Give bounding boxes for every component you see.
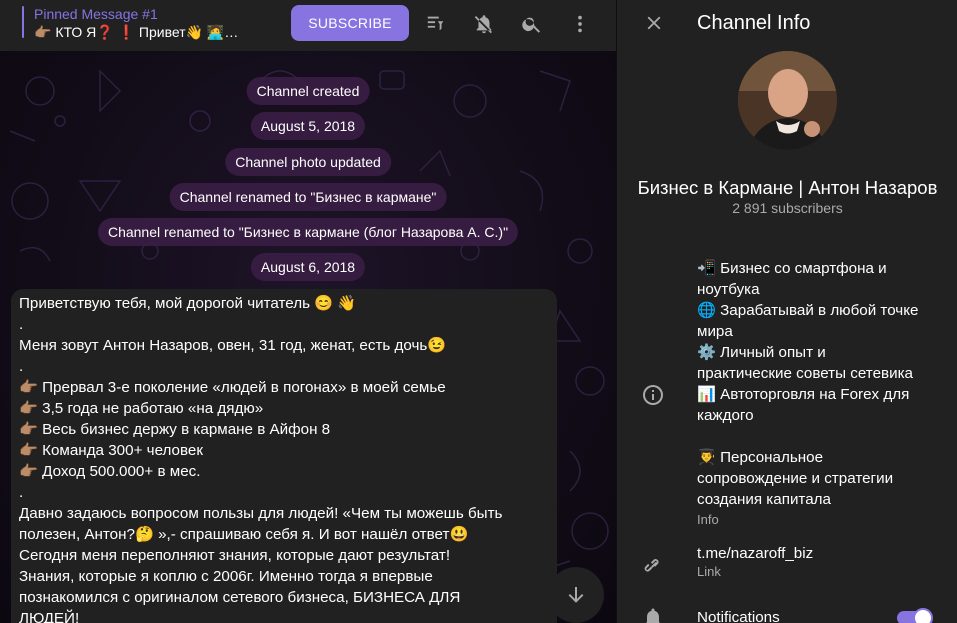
service-message: Channel created [246,77,370,105]
description-line: сопровождение и стратегии [697,470,894,487]
description-line: создания капитала [697,491,831,508]
more-icon[interactable] [567,11,593,37]
message-line: ЛЮДЕЙ! [19,610,80,623]
panel-title: Channel Info [697,12,811,34]
mute-icon[interactable] [471,11,497,37]
info-label: Info [697,512,719,527]
chat-pane: Pinned Message #1 👉🏽 КТО Я❓ ❗️ Привет👋 🧑… [0,0,616,623]
description-line: 👨‍🎓 Персональное [697,449,824,466]
description-line: каждого [697,407,754,424]
subscribe-button[interactable]: SUBSCRIBE [291,5,409,41]
description-line: ноутбука [697,281,760,298]
arrow-down-icon [568,587,584,603]
search-icon[interactable] [519,11,545,37]
link-icon [639,552,667,580]
message-line: . [19,358,24,375]
message-line: познакомился с оригиналом сетевого бизне… [19,589,461,606]
pinned-list-icon[interactable] [423,11,449,37]
notifications-label: Notifications [697,609,780,623]
service-message: Channel renamed to "Бизнес в кармане" [169,183,447,211]
description-line: 📊 Автоторговля на Forex для [697,386,910,403]
link-label: Link [697,564,721,579]
scroll-down-button[interactable] [548,567,604,623]
chat-header: Pinned Message #1 👉🏽 КТО Я❓ ❗️ Привет👋 🧑… [0,0,616,51]
toggle-knob [913,608,933,623]
description-gap [697,426,947,447]
close-icon[interactable] [641,10,667,36]
pinned-message-title[interactable]: Pinned Message #1 [34,6,158,22]
message-line: Давно задаюсь вопросом пользы для людей!… [19,505,503,522]
channel-avatar[interactable] [738,51,837,150]
date-divider: August 5, 2018 [250,112,366,140]
description-line: 🌐 Зарабатывай в любой точке [697,302,919,319]
telegram-window: Pinned Message #1 👉🏽 КТО Я❓ ❗️ Привет👋 🧑… [0,0,957,623]
channel-description[interactable]: 📲 Бизнес со смартфона и ноутбука 🌐 Зараб… [697,258,947,527]
description-line: 📲 Бизнес со смартфона и [697,260,887,277]
message-line: 👉🏽 Команда 300+ человек [19,442,203,459]
info-icon [639,381,667,409]
subscriber-count: 2 891 subscribers [732,200,843,216]
message-line: полезен, Антон?🤔 »,- спрашиваю себя я. И… [19,526,469,543]
pinned-message-preview[interactable]: 👉🏽 КТО Я❓ ❗️ Привет👋 🧑‍💻… [34,24,274,41]
message-line: Знания, которые я коплю с 2006г. Именно … [19,568,433,585]
message-line: . [19,316,24,333]
service-message: Channel photo updated [225,148,391,176]
pinned-accent-bar [22,6,24,38]
description-line: мира [697,323,733,340]
message-line: 👉🏽 Весь бизнес держу в кармане в Айфон 8 [19,421,331,438]
service-message: Channel renamed to "Бизнес в кармане (бл… [97,218,519,246]
description-line: ⚙️ Личный опыт и [697,344,826,361]
channel-name: Бизнес в Кармане | Антон Назаров [637,177,938,198]
message-line: 👉🏽 3,5 года не работаю «на дядю» [19,400,264,417]
channel-info-panel: Channel Info Бизнес в Кармане | Антон На… [616,0,957,623]
message-line: 👉🏽 Доход 500.000+ в мес. [19,463,201,480]
bell-icon [639,604,667,623]
description-line: практические советы сетевика [697,365,914,382]
message-line: . [19,484,24,501]
pinned-message-indicator [14,10,18,40]
date-divider: August 6, 2018 [250,253,366,281]
message-line: Приветствую тебя, мой дорогой читатель 😊… [19,295,357,312]
message-line: Меня зовут Антон Назаров, овен, 31 год, … [19,337,447,354]
message-line: Сегодня меня переполняют знания, которые… [19,547,451,564]
message-line: 👉🏽 Прервал 3-е поколение «людей в погона… [19,379,446,396]
notifications-toggle[interactable] [897,608,933,623]
channel-post-bubble[interactable]: Приветствую тебя, мой дорогой читатель 😊… [11,289,557,623]
channel-link[interactable]: t.me/nazaroff_biz [697,545,813,562]
channel-link-row[interactable]: t.me/nazaroff_biz Link [697,545,813,579]
